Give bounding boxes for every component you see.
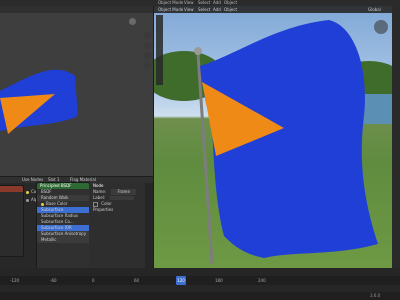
name-label: Name:	[93, 189, 107, 194]
properties-section[interactable]: Properties	[89, 207, 145, 213]
tick-label: -120	[10, 278, 20, 283]
flag-preview	[0, 69, 78, 134]
color-checkbox[interactable]	[93, 201, 98, 207]
node-sidebar-tabs[interactable]	[145, 183, 153, 268]
color-label: Color	[101, 201, 112, 206]
tool-shelf[interactable]	[156, 15, 163, 85]
status-bar: 3.6.0	[0, 292, 400, 300]
image-node-header	[0, 186, 23, 192]
version-label: 3.6.0	[370, 293, 381, 298]
zoom-icon[interactable]	[144, 32, 151, 39]
properties-side-tabs[interactable]	[392, 6, 400, 268]
shading-dropdown[interactable]: Global	[368, 6, 381, 13]
principled-bsdf-node[interactable]: Principled BSDF BSDF Random Walk Base Co…	[36, 182, 90, 268]
tick-label: -60	[50, 278, 57, 283]
camera-icon[interactable]	[144, 52, 151, 59]
base-color-label: Base Color	[46, 201, 68, 206]
select-menu[interactable]: Select	[198, 6, 210, 13]
image-texture-node[interactable]	[0, 185, 24, 257]
timeline-ruler[interactable]: -120 -60 0 60 180 240	[0, 276, 400, 285]
tick-label: 0	[92, 278, 95, 283]
tick-label: 180	[215, 278, 223, 283]
tick-label: 240	[258, 278, 266, 283]
mode-dropdown[interactable]: Object Mode	[158, 6, 183, 13]
shader-node-editor[interactable]: Use Nodes Slot 1 Flag Material Color Alp…	[0, 177, 153, 268]
label-field[interactable]	[110, 196, 135, 200]
playhead[interactable]: 120	[176, 276, 186, 285]
right-viewport-header: Object Mode View Select Add Object Globa…	[154, 6, 392, 13]
view-menu[interactable]: View	[184, 6, 194, 13]
node-sidebar-panel: Node Name: Frame Label: Color Properties	[89, 183, 145, 268]
gizmo-icon[interactable]	[129, 18, 136, 25]
left-viewport[interactable]	[0, 6, 153, 176]
tick-label: 60	[134, 278, 140, 283]
metallic-slider[interactable]: Metallic	[37, 237, 89, 243]
add-menu[interactable]: Add	[213, 6, 221, 13]
grid-icon[interactable]	[144, 62, 151, 69]
object-menu[interactable]: Object	[224, 6, 237, 13]
scene-render	[154, 20, 392, 265]
right-viewport[interactable]: Object Mode View Select Add Object Globa…	[154, 6, 392, 268]
label-label: Label:	[93, 195, 106, 200]
navigation-gizmo-icon[interactable]	[374, 20, 388, 34]
pan-icon[interactable]	[144, 42, 151, 49]
